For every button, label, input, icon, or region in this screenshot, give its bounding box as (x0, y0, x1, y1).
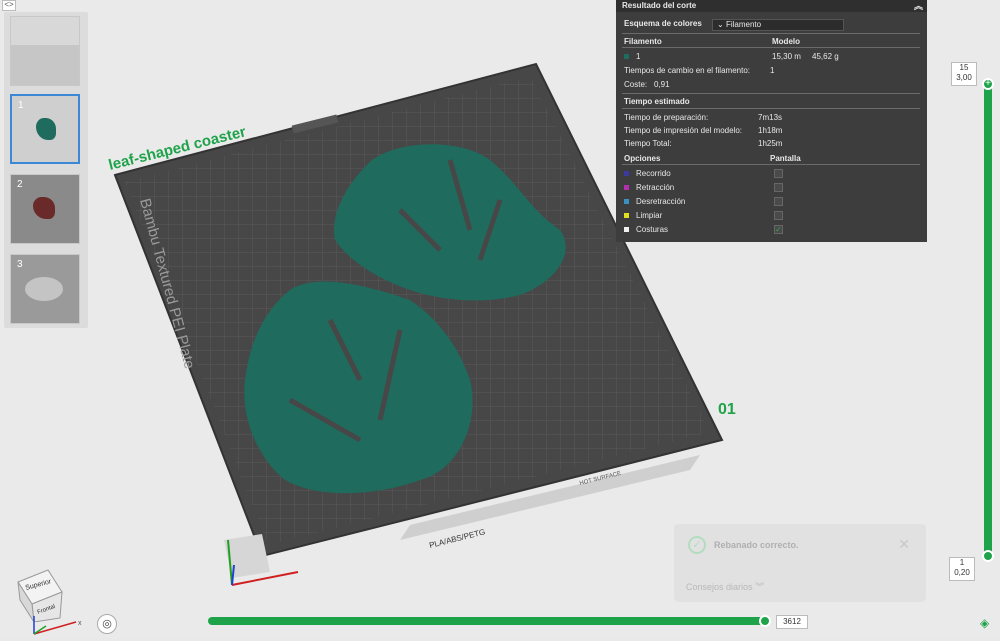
divider (622, 108, 920, 109)
top-layer-number: 15 (959, 63, 969, 72)
prep-time-value: 7m13s (758, 113, 783, 122)
print-time-label: Tiempo de impresión del modelo: (624, 126, 742, 135)
color-scheme-value: Filamento (725, 20, 762, 29)
retraction-checkbox[interactable] (774, 183, 783, 192)
close-icon[interactable]: ✕ (898, 536, 910, 553)
check-circle-icon: ✓ (688, 536, 706, 554)
bottom-layer-height: 0,20 (954, 568, 970, 577)
travel-checkbox[interactable] (774, 169, 783, 178)
model-col-header: Modelo (772, 37, 800, 46)
divider (622, 164, 920, 165)
cost-label: Coste: (624, 80, 648, 89)
notification-message: Rebanado correcto. (714, 540, 799, 550)
move-slider-track[interactable] (208, 617, 768, 625)
orientation-axes-icon: x (26, 614, 82, 635)
filament-swatch (624, 54, 629, 59)
filament-changes-value: 1 (770, 66, 775, 75)
retraction-swatch (624, 185, 629, 190)
travel-swatch (624, 171, 629, 176)
deretraction-swatch (624, 199, 629, 204)
seams-swatch (624, 227, 629, 232)
option-label: Limpiar (636, 211, 663, 220)
seams-checkbox[interactable]: ✓ (774, 225, 783, 234)
filament-id: 1 (636, 52, 641, 61)
filament-length: 15,30 m (772, 52, 801, 61)
move-slider-value: 3612 (776, 615, 808, 629)
filament-changes-label: Tiempos de cambio en el filamento: (624, 66, 750, 75)
slice-result-panel: Resultado del corte ︽ Esquema de colores… (616, 0, 927, 242)
option-label: Recorrido (636, 169, 671, 178)
svg-text:x: x (78, 620, 82, 627)
wipe-checkbox[interactable] (774, 211, 783, 220)
top-layer-height: 3,00 (956, 73, 972, 82)
print-time-value: 1h18m (758, 126, 783, 135)
slice-notification: ✓ Rebanado correcto. ✕ Consejos diarios … (674, 524, 926, 602)
layers-icon[interactable]: ◈ (980, 616, 994, 630)
bottom-layer-handle[interactable] (982, 550, 994, 562)
collapse-chevron-icon[interactable]: ︽ (914, 0, 923, 12)
panel-header[interactable]: Resultado del corte ︽ (616, 0, 927, 12)
bottom-layer-label: 1 0,20 (949, 557, 975, 581)
3d-viewport[interactable]: <> 1 2 3 leaf-shaped coaster Bambu Textu… (0, 0, 1000, 638)
wipe-swatch (624, 213, 629, 218)
chevron-down-icon: ︾ (755, 582, 765, 592)
divider (622, 33, 920, 34)
plate-number-label: 01 (718, 401, 736, 418)
deretraction-checkbox[interactable] (774, 197, 783, 206)
display-heading: Pantalla (770, 154, 801, 163)
top-layer-handle[interactable] (982, 78, 994, 90)
option-label: Desretracción (636, 197, 686, 206)
fit-view-icon[interactable]: ◎ (97, 614, 117, 634)
divider (622, 93, 920, 94)
filament-col-header: Filamento (624, 37, 662, 46)
bottom-layer-number: 1 (959, 558, 965, 567)
daily-tips-toggle[interactable]: Consejos diarios ︾ (686, 580, 764, 593)
prep-time-label: Tiempo de preparación: (624, 113, 709, 122)
total-time-label: Tiempo Total: (624, 139, 672, 148)
color-scheme-select[interactable]: ⌄ Filamento (712, 19, 844, 31)
divider (622, 47, 920, 48)
daily-tips-label: Consejos diarios (686, 582, 753, 592)
panel-title: Resultado del corte (622, 1, 697, 10)
move-slider-handle[interactable] (759, 615, 771, 627)
top-layer-label: 15 3,00 (951, 62, 977, 86)
time-heading: Tiempo estimado (624, 97, 690, 106)
total-time-value: 1h25m (758, 139, 783, 148)
options-heading: Opciones (624, 154, 661, 163)
color-scheme-label: Esquema de colores (624, 19, 702, 28)
option-label: Costuras (636, 225, 669, 234)
layer-slider-track[interactable] (984, 80, 992, 560)
cost-value: 0,91 (654, 80, 670, 89)
filament-weight: 45,62 g (812, 52, 839, 61)
option-label: Retracción (636, 183, 675, 192)
